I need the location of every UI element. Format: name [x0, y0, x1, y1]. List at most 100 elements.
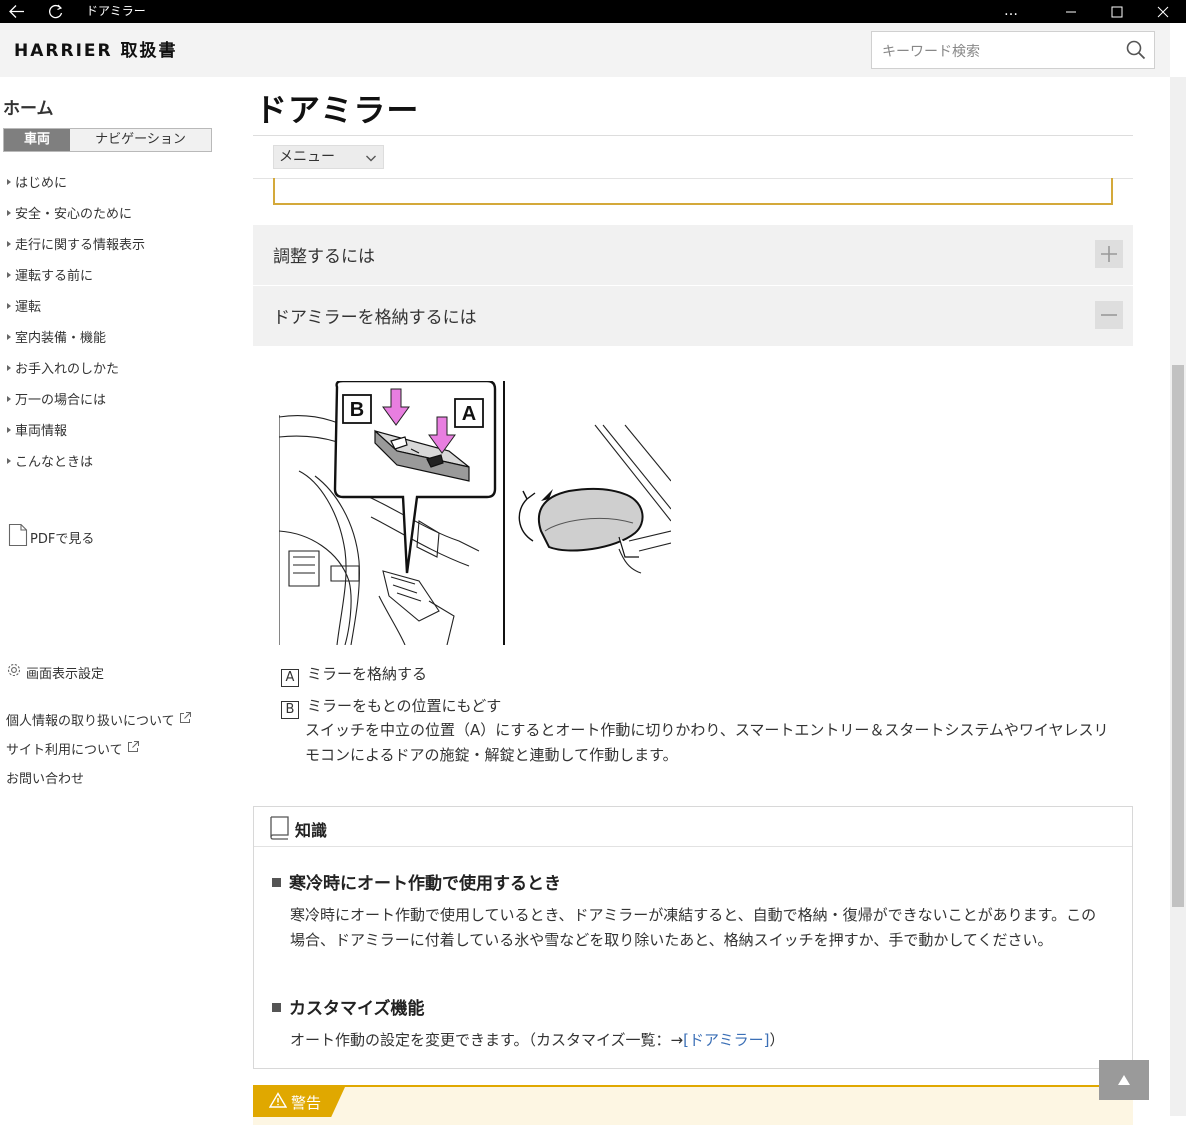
sidebar-item-label: 運転: [15, 300, 42, 315]
caret-right-icon: [7, 241, 11, 247]
collapse-minus-icon[interactable]: [1095, 301, 1123, 329]
home-link[interactable]: ホーム: [3, 94, 54, 119]
knowledge-paragraph: オート作動の設定を変更できます。（カスタマイズ一覧：→[ドアミラー]）: [290, 1028, 1110, 1053]
caret-right-icon: [7, 303, 11, 309]
sidebar-item-emergency[interactable]: 万一の場合には: [7, 389, 106, 408]
external-link-icon: [179, 711, 192, 728]
figure-label-b: B: [350, 399, 364, 421]
legend-item-a: A ミラーを格納する: [281, 663, 427, 687]
accordion-fold-mirror[interactable]: ドアミラーを格納するには: [253, 286, 1133, 346]
legend-key: B: [281, 701, 299, 719]
app-header: HARRIER 取扱書 キーワード検索: [0, 23, 1170, 77]
sidebar-item-label: はじめに: [15, 176, 68, 191]
knowledge-heading-text: カスタマイズ機能: [289, 999, 425, 1019]
privacy-label: 個人情報の取り扱いについて: [6, 714, 175, 729]
more-options-icon[interactable]: …: [1004, 0, 1018, 23]
display-settings-link[interactable]: 画面表示設定: [6, 662, 104, 682]
knowledge-title: 知識: [295, 821, 328, 840]
sidebar-item-label: 走行に関する情報表示: [15, 238, 146, 253]
pdf-link-label: PDFで見る: [30, 531, 95, 547]
caret-right-icon: [7, 396, 11, 402]
contact-link[interactable]: お問い合わせ: [6, 768, 84, 787]
terms-label: サイト利用について: [6, 743, 123, 758]
search-icon[interactable]: [1126, 40, 1146, 64]
expand-plus-icon[interactable]: [1095, 240, 1123, 268]
sidebar-item-troubleshooting[interactable]: こんなときは: [7, 451, 93, 470]
display-settings-label: 画面表示設定: [26, 666, 105, 682]
legend-text: ミラーを格納する: [307, 665, 428, 683]
customize-link[interactable]: [ドアミラー]: [683, 1031, 769, 1049]
warning-label: 警告: [291, 1093, 322, 1112]
page-title: ドアミラー: [255, 91, 420, 129]
accordion-label: 調整するには: [273, 247, 375, 267]
sidebar-item-label: 万一の場合には: [15, 393, 107, 408]
minimize-button[interactable]: [1048, 0, 1094, 23]
caret-right-icon: [7, 427, 11, 433]
caret-right-icon: [7, 334, 11, 340]
mirror-switch-illustration: B A: [278, 379, 672, 646]
sidebar-item-label: 室内装備・機能: [15, 331, 107, 346]
brand-title: HARRIER 取扱書: [14, 41, 178, 61]
sidebar-item-label: こんなときは: [15, 455, 94, 470]
legend-text: ミラーをもとの位置にもどす: [307, 697, 502, 715]
knowledge-box: 知識 寒冷時にオート作動で使用するとき 寒冷時にオート作動で使用しているとき、ド…: [253, 806, 1133, 1069]
tab-vehicle[interactable]: 車両: [4, 129, 70, 151]
sidebar: ホーム 車両 ナビゲーション はじめに 安全・安心のために 走行に関する情報表示…: [0, 77, 230, 1116]
sidebar-item-driving-info[interactable]: 走行に関する情報表示: [7, 234, 145, 253]
close-button[interactable]: [1140, 0, 1186, 23]
menu-dropdown-value: メニュー: [279, 149, 335, 165]
gear-icon: [6, 662, 22, 682]
caret-right-icon: [7, 179, 11, 185]
warning-box: 警告: [253, 1085, 1133, 1125]
knowledge-heading-text: 寒冷時にオート作動で使用するとき: [289, 874, 561, 894]
terms-link[interactable]: サイト利用について: [6, 739, 140, 758]
window-title: ドアミラー: [86, 4, 146, 18]
figure-label-a: A: [462, 403, 476, 425]
sidebar-item-maintenance[interactable]: お手入れのしかた: [7, 358, 119, 377]
caret-right-icon: [7, 272, 11, 278]
search-placeholder: キーワード検索: [882, 44, 980, 60]
back-to-top-button[interactable]: [1099, 1060, 1149, 1100]
sidebar-item-interior[interactable]: 室内装備・機能: [7, 327, 106, 346]
privacy-link[interactable]: 個人情報の取り扱いについて: [6, 710, 192, 729]
refresh-icon[interactable]: [47, 0, 65, 23]
sidebar-item-label: 車両情報: [15, 424, 68, 439]
sidebar-item-driving[interactable]: 運転: [7, 296, 41, 315]
caret-up-icon: [1117, 1071, 1131, 1090]
warning-tag: 警告: [253, 1087, 345, 1117]
search-input[interactable]: キーワード検索: [871, 31, 1155, 69]
knowledge-header: 知識: [254, 807, 1132, 847]
maximize-button[interactable]: [1094, 0, 1140, 23]
back-icon[interactable]: [8, 0, 26, 23]
warning-icon: [268, 1092, 288, 1112]
divider: [253, 135, 1133, 136]
knowledge-paragraph: 寒冷時にオート作動で使用しているとき、ドアミラーが凍結すると、自動で格納・復帰が…: [290, 906, 1097, 949]
caret-right-icon: [7, 458, 11, 464]
document-icon: [8, 523, 28, 551]
sidebar-item-label: 安全・安心のために: [15, 207, 133, 222]
scrollbar-thumb[interactable]: [1172, 365, 1184, 907]
sidebar-item-safety[interactable]: 安全・安心のために: [7, 203, 132, 222]
sidebar-item-intro[interactable]: はじめに: [7, 172, 67, 191]
external-link-icon: [127, 740, 140, 757]
menu-dropdown[interactable]: メニュー: [273, 145, 384, 169]
paragraph-text: ）: [769, 1031, 785, 1049]
caret-right-icon: [7, 365, 11, 371]
bullet-square-icon: [272, 1003, 281, 1012]
legend-b-description: スイッチを中立の位置（A）にするとオート作動に切りかわり、スマートエントリー＆ス…: [305, 721, 1109, 764]
pdf-link[interactable]: PDFで見る: [8, 523, 94, 551]
sidebar-item-label: お手入れのしかた: [15, 362, 120, 377]
chevron-down-icon: [365, 150, 377, 172]
accordion-adjust[interactable]: 調整するには: [253, 225, 1133, 285]
sidebar-item-before-driving[interactable]: 運転する前に: [7, 265, 93, 284]
tab-navigation[interactable]: ナビゲーション: [70, 129, 211, 151]
accordion-label: ドアミラーを格納するには: [273, 308, 477, 328]
sidebar-item-vehicle-info[interactable]: 車両情報: [7, 420, 67, 439]
knowledge-heading: 寒冷時にオート作動で使用するとき: [272, 869, 561, 894]
scrollbar[interactable]: [1170, 77, 1186, 1116]
caret-right-icon: [7, 210, 11, 216]
legend-item-b: B ミラーをもとの位置にもどす: [281, 695, 501, 719]
legend-key: A: [281, 669, 299, 687]
contact-label: お問い合わせ: [6, 772, 85, 787]
paragraph-text: オート作動の設定を変更できます。（カスタマイズ一覧：→: [290, 1031, 684, 1049]
